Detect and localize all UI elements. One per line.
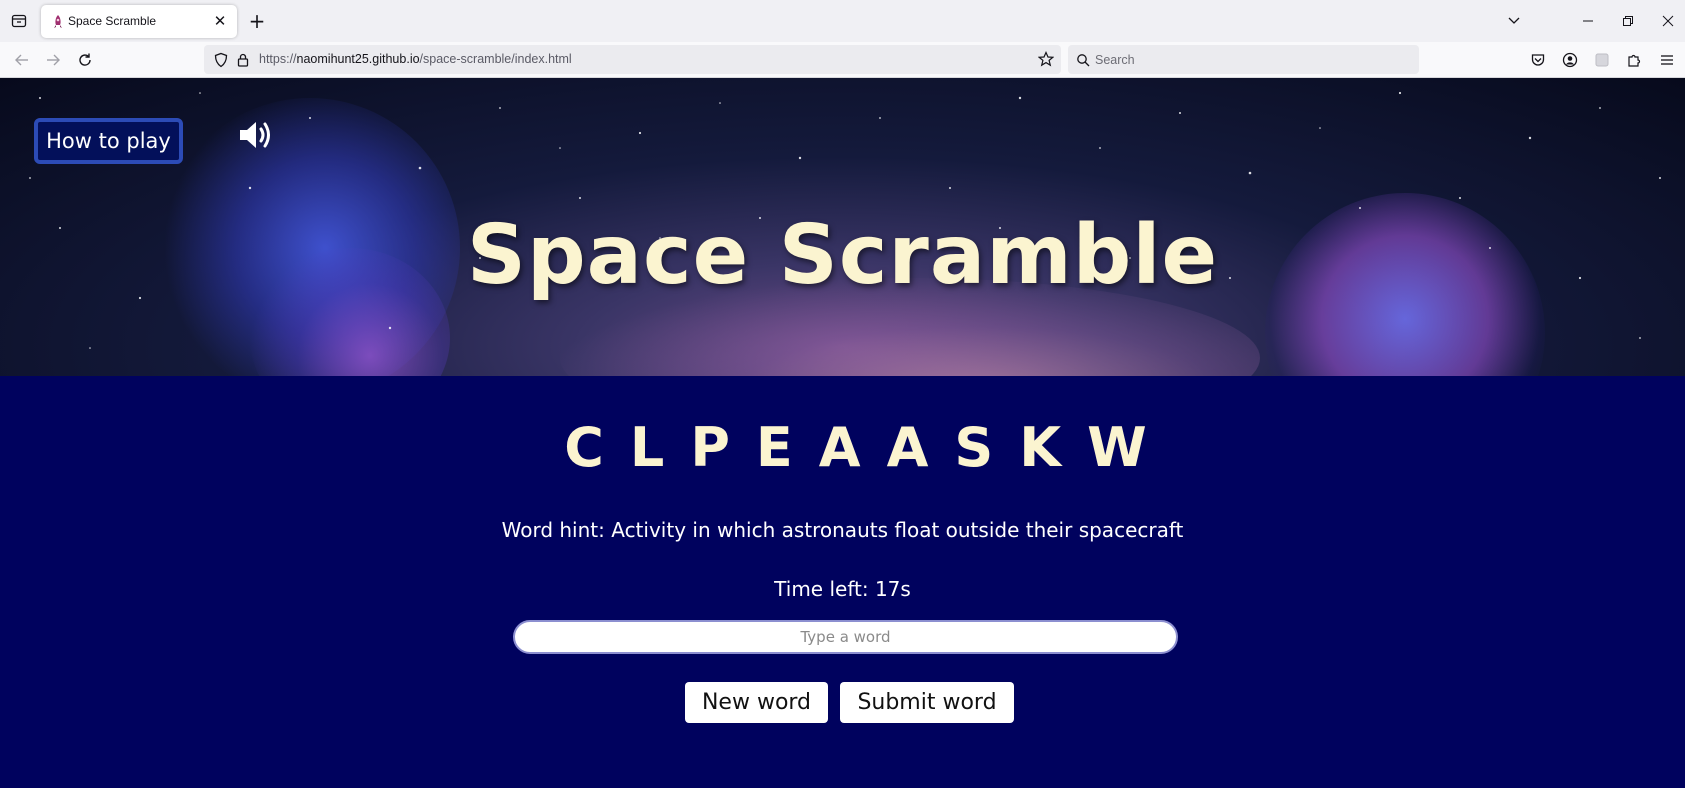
tab-list-icon[interactable] [8,10,30,32]
timer: Time left: 17s [0,577,1685,601]
word-hint-label: Word hint: [501,518,605,542]
url-text: https://naomihunt25.github.io/space-scra… [259,52,572,66]
minimize-icon[interactable] [1577,10,1599,32]
list-all-tabs-icon[interactable] [1503,10,1525,32]
extension-placeholder-icon[interactable] [1591,49,1613,71]
account-icon[interactable] [1559,49,1581,71]
forward-arrow-icon[interactable] [42,49,64,71]
scrambled-word: CLPEAASKW [564,416,1173,479]
timer-label: Time left: [774,577,869,601]
lock-icon[interactable] [235,52,251,68]
pocket-icon[interactable] [1527,49,1549,71]
tab-strip: Space Scramble ✕ + [0,0,1685,42]
word-input[interactable] [513,620,1178,654]
search-placeholder: Search [1095,53,1135,67]
timer-value: 17s [874,577,911,601]
shield-icon[interactable] [213,52,229,68]
back-arrow-icon[interactable] [11,49,33,71]
rocket-icon [51,14,65,30]
speaker-volume-icon[interactable] [237,118,277,152]
word-hint: Word hint: Activity in which astronauts … [0,518,1685,542]
address-bar[interactable]: https://naomihunt25.github.io/space-scra… [204,45,1061,74]
close-tab-icon[interactable]: ✕ [211,12,229,30]
search-bar[interactable]: Search [1068,45,1419,74]
new-word-button[interactable]: New word [685,682,828,723]
menu-hamburger-icon[interactable] [1656,49,1678,71]
search-icon [1076,52,1092,68]
tab-space-scramble[interactable]: Space Scramble ✕ [41,5,237,38]
browser-chrome: Space Scramble ✕ + https://naomihunt25.g… [0,0,1685,78]
restore-icon[interactable] [1617,10,1639,32]
word-hint-text: Activity in which astronauts float outsi… [611,518,1184,542]
navigation-toolbar: https://naomihunt25.github.io/space-scra… [0,42,1685,78]
submit-word-button[interactable]: Submit word [840,682,1014,723]
tab-title: Space Scramble [68,14,157,28]
bookmark-star-icon[interactable] [1037,51,1055,67]
reload-icon[interactable] [74,49,96,71]
how-to-play-button[interactable]: How to play [34,118,183,164]
extensions-puzzle-icon[interactable] [1623,49,1645,71]
space-header-banner: How to play Space Scramble [0,78,1685,376]
page-content: How to play Space Scramble CLPEAASKW Wor… [0,78,1685,788]
game-area: CLPEAASKW Word hint: Activity in which a… [0,376,1685,788]
page-title: Space Scramble [466,208,1219,303]
new-tab-icon[interactable]: + [247,9,267,33]
close-window-icon[interactable] [1657,10,1679,32]
